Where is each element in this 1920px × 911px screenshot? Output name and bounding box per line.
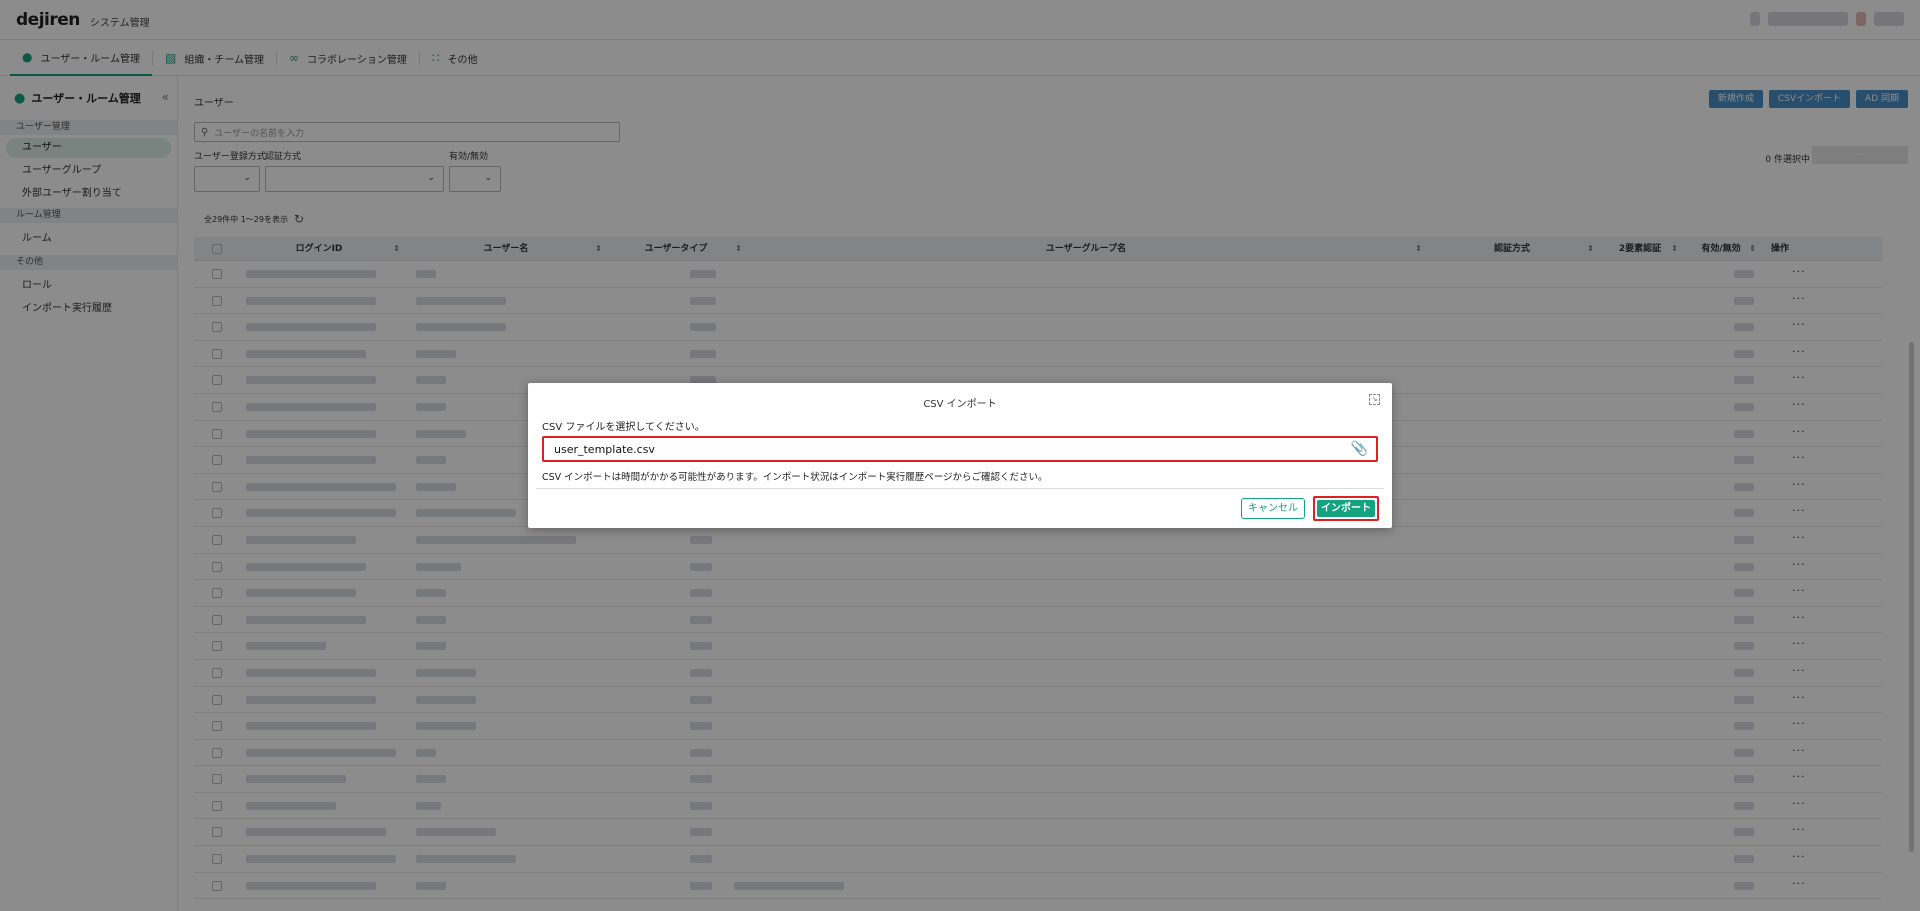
close-icon[interactable]: ↘ — [1369, 394, 1380, 405]
import-button-highlight: インポート — [1313, 496, 1379, 521]
file-select-label: CSV ファイルを選択してください。 — [542, 422, 705, 433]
file-input[interactable]: user_template.csv 📎 — [542, 436, 1378, 462]
dialog-title: CSV インポート — [923, 399, 997, 410]
csv-import-dialog: CSV インポート ↘ CSV ファイルを選択してください。 user_temp… — [528, 383, 1392, 528]
paperclip-icon[interactable]: 📎 — [1351, 441, 1368, 457]
dialog-divider — [536, 488, 1384, 489]
cancel-button[interactable]: キャンセル — [1241, 498, 1305, 519]
selected-file-name: user_template.csv — [554, 443, 655, 456]
import-button[interactable]: インポート — [1317, 500, 1375, 517]
import-note: CSV インポートは時間がかかる可能性があります。インポート状況はインポート実行… — [542, 472, 1048, 483]
